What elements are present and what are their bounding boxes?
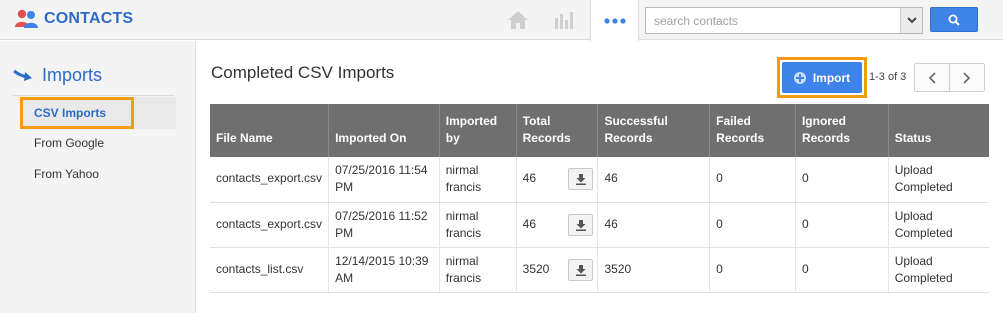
sidebar-item-from-yahoo[interactable]: From Yahoo — [20, 159, 176, 189]
more-dots-icon — [603, 17, 626, 24]
app-brand[interactable]: CONTACTS — [14, 8, 133, 30]
next-page-button[interactable] — [949, 63, 985, 92]
more-button[interactable] — [590, 0, 639, 41]
total-records-value: 3520 — [522, 261, 550, 276]
stats-button[interactable] — [544, 0, 584, 40]
search-box — [645, 7, 923, 34]
ignored-records-cell: 0 — [795, 157, 889, 203]
failed-records-cell: 0 — [709, 157, 796, 203]
ignored-records-cell: 0 — [795, 247, 889, 293]
failed-records-cell: 0 — [709, 202, 796, 248]
sidebar-item-csv-imports[interactable]: CSV Imports — [20, 97, 134, 129]
total-records-cell: 46 — [516, 202, 599, 248]
top-bar: CONTACTS — [0, 0, 1003, 41]
sidebar-heading: Imports — [12, 65, 102, 86]
download-icon — [575, 264, 586, 276]
search-input[interactable] — [646, 8, 900, 33]
import-button-highlight: Import — [777, 57, 867, 98]
import-button[interactable]: Import — [782, 62, 862, 93]
chevron-right-icon — [963, 71, 971, 84]
chevron-down-icon — [906, 17, 917, 24]
column-header-status[interactable]: Status — [888, 104, 989, 157]
import-button-label: Import — [812, 70, 851, 85]
previous-page-button[interactable] — [914, 63, 950, 92]
download-button[interactable] — [568, 258, 594, 281]
imported-by-cell: nirmal francis — [439, 247, 517, 293]
table-row: contacts_export.csv 07/25/2016 11:54 PM … — [210, 157, 989, 203]
chevron-left-icon — [928, 71, 936, 84]
column-header-successful-records[interactable]: Successful Records — [597, 104, 711, 157]
contacts-logo-icon — [14, 8, 40, 30]
imported-on-cell: 07/25/2016 11:54 PM — [328, 157, 440, 203]
total-records-cell: 46 — [516, 157, 599, 203]
pagination-count: 1-3 of 3 — [869, 71, 907, 83]
download-icon — [575, 174, 586, 185]
download-button[interactable] — [568, 213, 594, 236]
successful-records-cell: 46 — [597, 157, 711, 203]
column-header-ignored-records[interactable]: Ignored Records — [795, 104, 889, 157]
table-header-row: File Name Imported On Imported by Total … — [210, 104, 989, 157]
app-title: CONTACTS — [44, 10, 134, 27]
ignored-records-cell: 0 — [795, 202, 889, 248]
column-header-failed-records[interactable]: Failed Records — [709, 104, 796, 157]
sidebar-heading-label: Imports — [42, 65, 103, 85]
status-cell: Upload Completed — [888, 157, 989, 203]
imports-table: File Name Imported On Imported by Total … — [210, 104, 989, 293]
failed-records-cell: 0 — [709, 247, 796, 293]
sidebar-divider — [12, 95, 174, 96]
file-name-cell: contacts_export.csv — [210, 157, 330, 203]
imported-by-cell: nirmal francis — [439, 157, 517, 203]
sidebar-item-from-google[interactable]: From Google — [20, 128, 176, 158]
column-header-file-name[interactable]: File Name — [210, 104, 330, 157]
file-name-cell: contacts_list.csv — [210, 247, 330, 293]
imported-on-cell: 07/25/2016 11:52 PM — [328, 202, 440, 248]
arrow-down-right-icon — [13, 69, 32, 81]
status-cell: Upload Completed — [888, 202, 989, 248]
table-row: contacts_list.csv 12/14/2015 10:39 AM ni… — [210, 247, 989, 293]
add-icon — [793, 71, 806, 84]
status-cell: Upload Completed — [888, 247, 989, 293]
download-button[interactable] — [568, 168, 594, 190]
total-records-cell: 3520 — [516, 247, 599, 293]
download-icon — [575, 219, 586, 231]
file-name-cell: contacts_export.csv — [210, 202, 330, 248]
page-title: Completed CSV Imports — [211, 63, 395, 82]
home-icon — [508, 11, 528, 29]
successful-records-cell: 3520 — [597, 247, 711, 293]
total-records-value: 46 — [522, 216, 536, 231]
total-records-value: 46 — [522, 171, 536, 185]
table-row: contacts_export.csv 07/25/2016 11:52 PM … — [210, 202, 989, 248]
search-dropdown-button[interactable] — [900, 8, 922, 33]
imported-by-cell: nirmal francis — [439, 202, 517, 248]
successful-records-cell: 46 — [597, 202, 711, 248]
bar-chart-icon — [555, 12, 573, 29]
sidebar: Imports CSV Imports From Google From Yah… — [0, 41, 196, 313]
column-header-total-records[interactable]: Total Records — [516, 104, 599, 157]
search-button[interactable] — [930, 7, 978, 32]
column-header-imported-on[interactable]: Imported On — [328, 104, 440, 157]
imported-on-cell: 12/14/2015 10:39 AM — [328, 247, 440, 293]
home-button[interactable] — [498, 0, 538, 40]
search-icon — [948, 14, 960, 26]
column-header-imported-by[interactable]: Imported by — [439, 104, 517, 157]
